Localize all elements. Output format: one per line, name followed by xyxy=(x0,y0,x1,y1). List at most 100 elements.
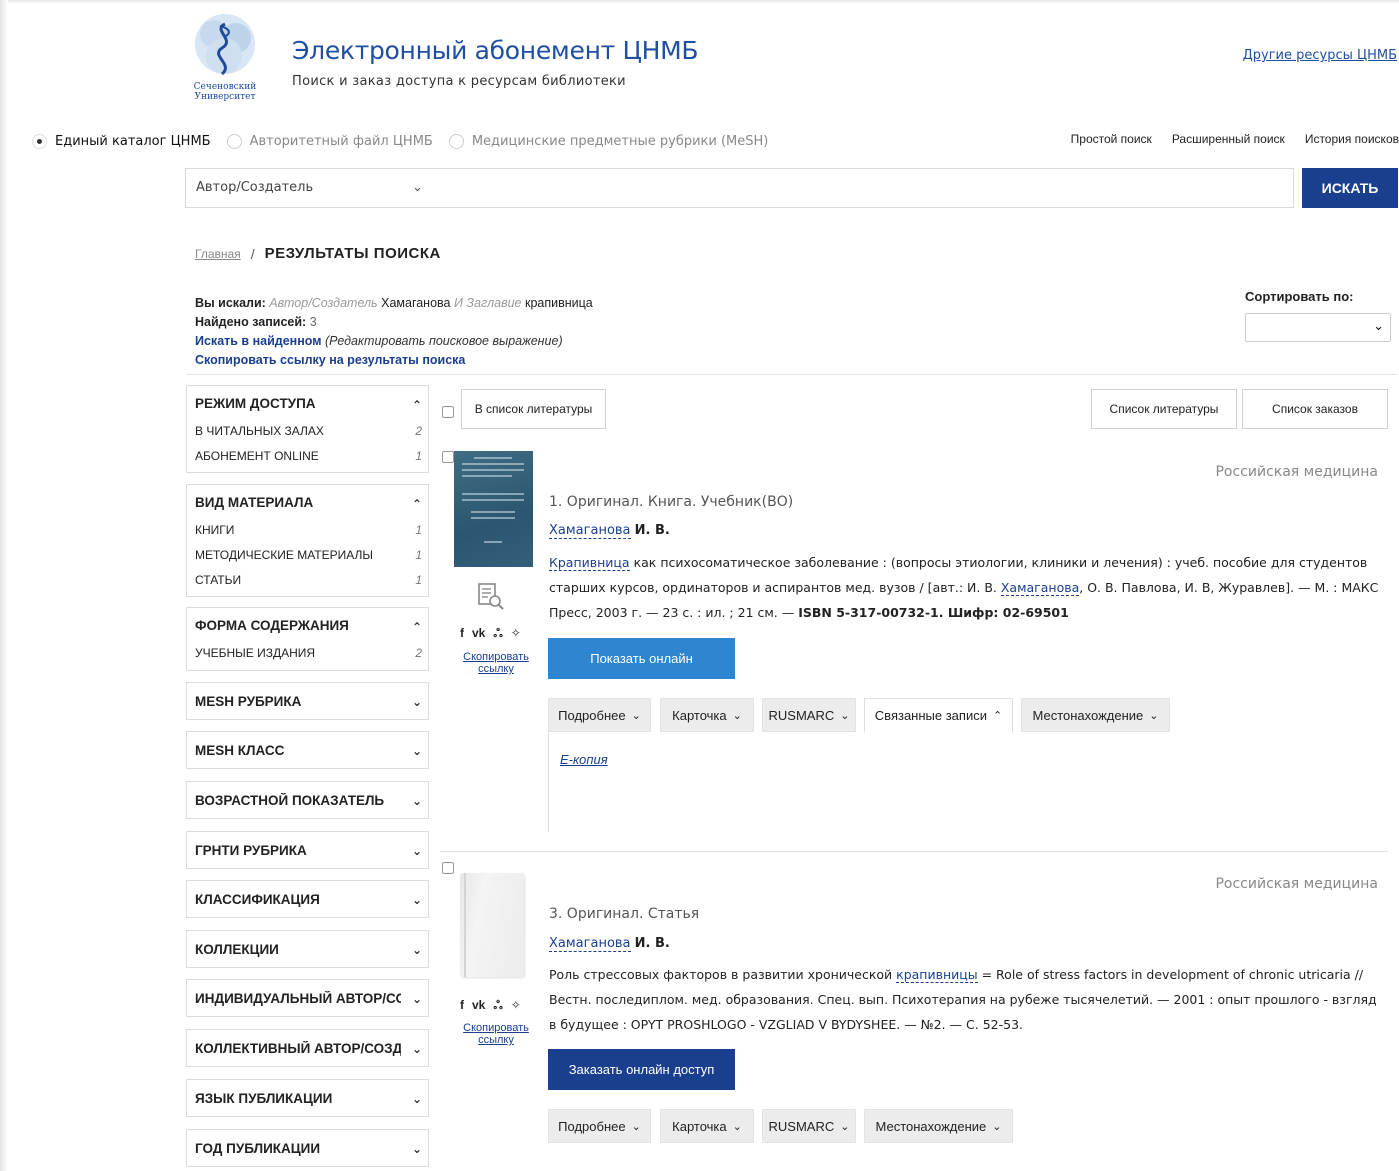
chevron-down-icon[interactable]: ⌄ xyxy=(412,943,422,957)
chevron-up-icon[interactable]: ⌃ xyxy=(412,620,422,634)
book-cover-image[interactable] xyxy=(454,451,533,567)
facet-header[interactable]: КОЛЛЕКЦИИ ⌄ xyxy=(187,931,428,969)
chevron-down-icon[interactable]: ⌄ xyxy=(412,844,422,858)
facet-language[interactable]: ЯЗЫК ПУБЛИКАЦИИ ⌄ xyxy=(186,1079,429,1117)
bibliography-list-button[interactable]: Список литературы xyxy=(1091,389,1237,429)
chevron-down-icon[interactable]: ⌄ xyxy=(412,1142,422,1156)
author-link[interactable]: Хамаганова xyxy=(549,523,631,539)
facet-header[interactable]: MESH РУБРИКА ⌄ xyxy=(187,683,428,721)
odnoklassniki-icon[interactable]: ஃ xyxy=(493,998,502,1014)
facet-header[interactable]: ФОРМА СОДЕРЖАНИЯ ⌃ xyxy=(187,608,428,642)
facet-mesh-class[interactable]: MESH КЛАСС ⌄ xyxy=(186,731,429,769)
facet-header[interactable]: ЯЗЫК ПУБЛИКАЦИИ ⌄ xyxy=(187,1080,428,1118)
facet-header[interactable]: КЛАССИФИКАЦИЯ ⌄ xyxy=(187,881,428,919)
chevron-down-icon[interactable]: ⌄ xyxy=(412,179,423,195)
facet-header[interactable]: ВОЗРАСТНОЙ ПОКАЗАТЕЛЬ ⌄ xyxy=(187,782,428,820)
facet-header[interactable]: РЕЖИМ ДОСТУПА ⌃ xyxy=(187,386,428,420)
tab-rusmarc[interactable]: RUSMARC ⌄ xyxy=(762,698,856,732)
facet-header[interactable]: ГРНТИ РУБРИКА ⌄ xyxy=(187,832,428,870)
facet-grnti[interactable]: ГРНТИ РУБРИКА ⌄ xyxy=(186,831,429,869)
facet-year[interactable]: ГОД ПУБЛИКАЦИИ ⌄ xyxy=(186,1129,429,1167)
tab-location[interactable]: Местонахождение ⌄ xyxy=(1021,698,1170,732)
search-button[interactable]: ИСКАТЬ xyxy=(1302,168,1398,208)
edit-query-link[interactable]: (Редактировать поисковое выражение) xyxy=(325,334,563,348)
show-online-button[interactable]: Показать онлайн xyxy=(548,638,735,679)
keyword-link[interactable]: крапивницы xyxy=(896,967,978,983)
chevron-down-icon[interactable]: ⌄ xyxy=(412,992,422,1006)
author-link[interactable]: Хамаганова xyxy=(1000,580,1080,596)
chevron-down-icon[interactable]: ⌄ xyxy=(412,1092,422,1106)
vk-icon[interactable]: vk xyxy=(472,998,485,1014)
sort-select[interactable]: ⌄ xyxy=(1245,313,1391,342)
facet-collections[interactable]: КОЛЛЕКЦИИ ⌄ xyxy=(186,930,429,968)
radio-button[interactable] xyxy=(448,134,464,149)
tab-related-records[interactable]: Связанные записи ⌃ xyxy=(864,698,1013,733)
add-to-bibliography-button[interactable]: В список литературы xyxy=(461,389,606,429)
copy-record-link[interactable]: Скопировать ссылку xyxy=(458,1022,534,1046)
search-within-link[interactable]: Искать в найденном xyxy=(195,334,321,348)
chevron-down-icon[interactable]: ⌄ xyxy=(1373,318,1384,334)
vk-icon[interactable]: vk xyxy=(472,626,485,642)
facet-item[interactable]: Учебные издания 2 xyxy=(187,642,428,667)
facet-item[interactable]: Книги 1 xyxy=(187,519,428,544)
chevron-down-icon[interactable]: ⌄ xyxy=(412,1042,422,1056)
other-resources-link[interactable]: Другие ресурсы ЦНМБ xyxy=(1243,48,1397,63)
site-title[interactable]: Электронный абонемент ЦНМБ xyxy=(292,36,699,65)
tab-location[interactable]: Местонахождение ⌄ xyxy=(864,1109,1013,1143)
search-field-select[interactable]: Автор/Создатель xyxy=(196,180,313,195)
facet-header[interactable]: ВИД МАТЕРИАЛА ⌃ xyxy=(187,485,428,519)
chevron-down-icon[interactable]: ⌄ xyxy=(412,695,422,709)
order-online-access-button[interactable]: Заказать онлайн доступ xyxy=(548,1049,735,1090)
record-checkbox[interactable] xyxy=(442,862,454,874)
facet-header[interactable]: ГОД ПУБЛИКАЦИИ ⌄ xyxy=(187,1130,428,1168)
catalog-radio-mesh[interactable]: Медицинские предметные рубрики (MeSH) xyxy=(448,134,768,149)
copy-results-link[interactable]: Скопировать ссылку на результаты поиска xyxy=(195,353,465,367)
facet-item[interactable]: В читальных залах 2 xyxy=(187,420,428,445)
facet-header[interactable]: ИНДИВИДУАЛЬНЫЙ АВТОР/СОЗДАТЕЛЬ ⌄ xyxy=(187,980,428,1018)
tab-rusmarc[interactable]: RUSMARC ⌄ xyxy=(762,1109,856,1143)
search-input[interactable]: Автор/Создатель ⌄ xyxy=(185,168,1294,208)
facet-individual-author[interactable]: ИНДИВИДУАЛЬНЫЙ АВТОР/СОЗДАТЕЛЬ ⌄ xyxy=(186,979,429,1017)
default-cover-image[interactable] xyxy=(460,873,524,977)
facet-mesh-heading[interactable]: MESH РУБРИКА ⌄ xyxy=(186,682,429,720)
chevron-down-icon[interactable]: ⌄ xyxy=(412,744,422,758)
chevron-down-icon[interactable]: ⌄ xyxy=(412,794,422,808)
chevron-up-icon[interactable]: ⌃ xyxy=(412,398,422,412)
author-link[interactable]: Хамаганова xyxy=(549,936,631,952)
tab-card[interactable]: Карточка ⌄ xyxy=(660,1109,754,1143)
catalog-radio-united[interactable]: Единый каталог ЦНМБ xyxy=(32,134,211,149)
radio-button[interactable] xyxy=(226,134,242,149)
facet-age-group[interactable]: ВОЗРАСТНОЙ ПОКАЗАТЕЛЬ ⌄ xyxy=(186,781,429,819)
keyword-link[interactable]: Крапивница xyxy=(549,555,630,571)
facet-header[interactable]: КОЛЛЕКТИВНЫЙ АВТОР/СОЗДАТЕЛЬ ⌄ xyxy=(187,1030,428,1068)
facet-item[interactable]: Абонемент online 1 xyxy=(187,445,428,470)
tab-details[interactable]: Подробнее ⌄ xyxy=(548,1109,651,1143)
facet-classification[interactable]: КЛАССИФИКАЦИЯ ⌄ xyxy=(186,880,429,918)
search-history-link[interactable]: История поисков xyxy=(1305,132,1399,146)
simple-search-link[interactable]: Простой поиск xyxy=(1071,132,1152,146)
university-logo[interactable]: Сеченовский Университет xyxy=(186,12,260,104)
twitter-icon[interactable]: ✧ xyxy=(511,626,521,642)
facet-item[interactable]: Статьи 1 xyxy=(187,569,428,594)
tab-details[interactable]: Подробнее ⌄ xyxy=(548,698,651,732)
preview-document-icon[interactable] xyxy=(476,582,506,612)
tab-card[interactable]: Карточка ⌄ xyxy=(660,698,754,732)
facebook-icon[interactable]: f xyxy=(460,626,464,642)
odnoklassniki-icon[interactable]: ஃ xyxy=(493,626,502,642)
copy-record-link[interactable]: Скопировать ссылку xyxy=(458,651,534,675)
select-all-checkbox[interactable] xyxy=(442,406,454,418)
record-checkbox[interactable] xyxy=(442,451,454,463)
chevron-down-icon[interactable]: ⌄ xyxy=(412,893,422,907)
advanced-search-link[interactable]: Расширенный поиск xyxy=(1172,132,1285,146)
facet-collective-author[interactable]: КОЛЛЕКТИВНЫЙ АВТОР/СОЗДАТЕЛЬ ⌄ xyxy=(186,1029,429,1067)
orders-list-button[interactable]: Список заказов xyxy=(1242,389,1388,429)
facet-item[interactable]: Методические материалы 1 xyxy=(187,544,428,569)
chevron-up-icon[interactable]: ⌃ xyxy=(412,497,422,511)
radio-button[interactable] xyxy=(32,134,47,149)
e-copy-link[interactable]: Е-копия xyxy=(560,752,608,767)
catalog-radio-authority[interactable]: Авторитетный файл ЦНМБ xyxy=(226,134,433,149)
facebook-icon[interactable]: f xyxy=(460,998,464,1014)
twitter-icon[interactable]: ✧ xyxy=(511,998,521,1014)
breadcrumb-home-link[interactable]: Главная xyxy=(195,247,241,261)
facet-header[interactable]: MESH КЛАСС ⌄ xyxy=(187,732,428,770)
